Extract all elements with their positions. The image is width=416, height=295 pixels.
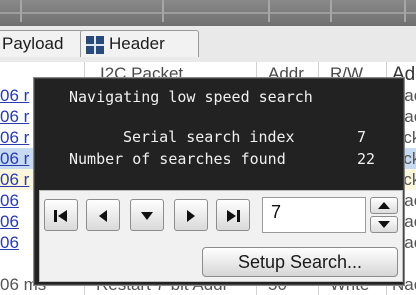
next-button[interactable] [174,199,208,231]
top-toolbar-strip [0,0,416,26]
index-spinner[interactable] [370,197,398,233]
tab-header-label: Header [109,34,165,53]
down-arrow-icon [141,212,153,220]
skip-to-last-icon [227,210,240,222]
spin-down-icon [378,221,390,228]
tab-payload[interactable]: Payload [0,30,84,57]
searches-found-value: 22 [357,150,376,168]
search-index-input[interactable]: 7 [262,197,366,233]
spin-down-button[interactable] [370,216,398,233]
last-button[interactable] [216,199,250,231]
navigation-controls: 7 Setup Search... [39,190,403,282]
previous-button[interactable] [86,199,120,231]
searches-found-label: Number of searches found [69,150,286,168]
first-button[interactable] [44,199,78,231]
row-time: 06 r [0,86,30,105]
setup-search-button[interactable]: Setup Search... [202,247,398,277]
search-index-label: Serial search index [123,128,295,146]
row-time: 06 [0,212,19,231]
tab-bar: Payload Header [0,26,416,62]
next-icon [187,210,195,222]
row-time: 06 [0,233,19,252]
tab-header[interactable]: Header [80,30,199,57]
row-time: 06 r [0,107,30,126]
search-navigation-popup: Navigating low speed search Serial searc… [34,78,404,285]
row-time: 06 r [0,170,30,189]
previous-icon [99,210,107,222]
tab-payload-label: Payload [2,34,64,53]
popup-title: Navigating low speed search [69,88,313,106]
search-index-value: 7 [357,128,367,146]
row-time: 06 r [0,128,30,147]
spin-up-icon [378,202,390,209]
row-time: 06 r [0,149,30,168]
grid-icon [86,36,104,54]
spin-up-button[interactable] [370,197,398,214]
down-button[interactable] [130,199,164,231]
row-time: 06 [0,191,19,210]
skip-to-first-icon [54,210,67,222]
